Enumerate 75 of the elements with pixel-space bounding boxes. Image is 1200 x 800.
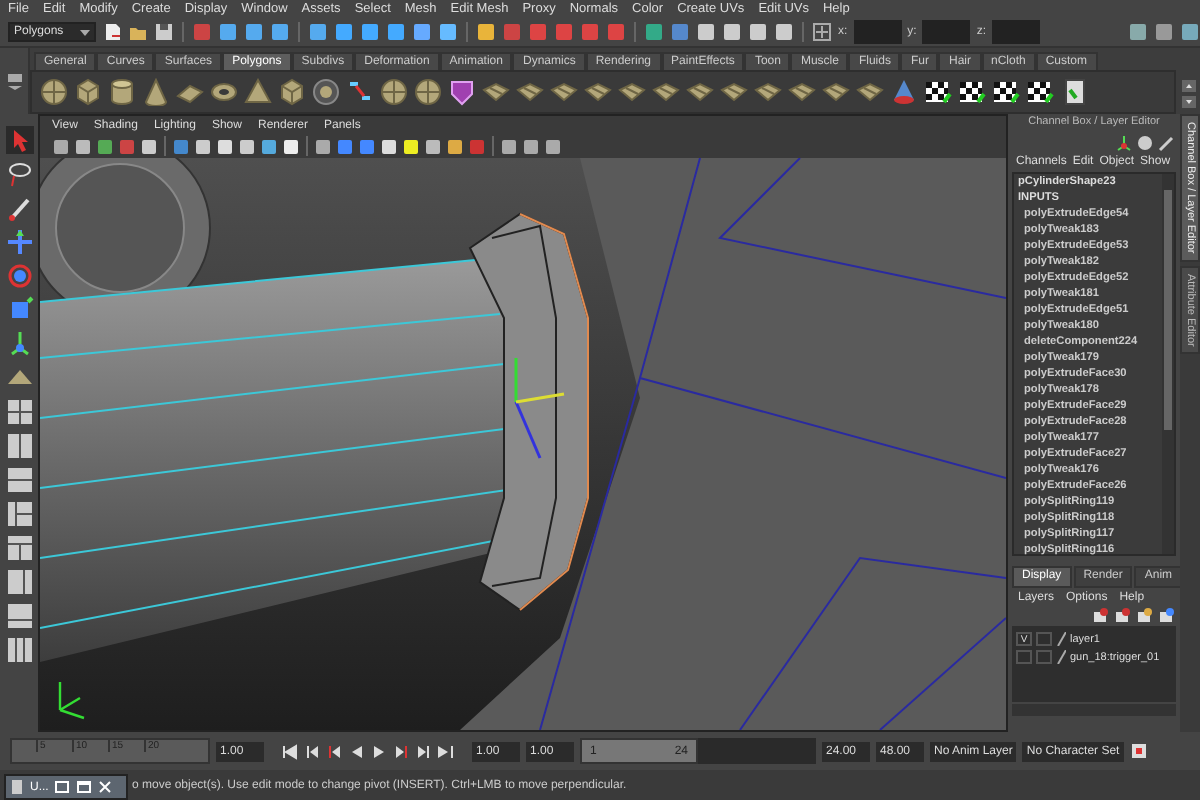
mesh-tool-icon[interactable] (482, 78, 510, 106)
layout-icon[interactable] (5, 466, 33, 494)
checker-icon[interactable] (1026, 78, 1054, 106)
mesh-tool-icon[interactable] (652, 78, 680, 106)
sphere-icon[interactable] (40, 78, 68, 106)
layer-action-icon[interactable] (1158, 607, 1176, 625)
cube-icon[interactable] (278, 78, 306, 106)
play-backward-icon[interactable] (348, 743, 366, 759)
sphere-icon[interactable] (380, 78, 408, 106)
split-icon[interactable] (346, 78, 374, 106)
coordinate-field[interactable] (992, 20, 1041, 44)
maximize-icon[interactable] (76, 780, 93, 794)
mesh-tool-icon[interactable] (686, 78, 714, 106)
cylinder-icon[interactable] (108, 78, 136, 106)
mesh-tool-icon[interactable] (754, 78, 782, 106)
layer-action-icon[interactable] (1136, 607, 1154, 625)
lasso-icon[interactable] (5, 160, 33, 188)
step-back-key-icon[interactable] (326, 743, 344, 759)
coordinate-field[interactable] (922, 20, 971, 44)
shelf-menu-icon[interactable] (5, 71, 23, 91)
shield-icon[interactable] (448, 78, 476, 106)
dropdown-caret-icon (80, 29, 90, 35)
layout-icon[interactable] (5, 398, 33, 426)
visibility-toggle[interactable] (1016, 650, 1032, 664)
save-icon[interactable] (154, 22, 174, 42)
close-icon[interactable] (98, 780, 113, 794)
rotate-icon[interactable] (5, 262, 33, 290)
cube-icon[interactable] (74, 78, 102, 106)
mesh-tool-icon[interactable] (856, 78, 884, 106)
mesh-tool-icon[interactable] (822, 78, 850, 106)
folder-icon[interactable] (128, 22, 148, 42)
step-forward-key-icon[interactable] (392, 743, 410, 759)
coordinate-field[interactable] (853, 20, 902, 44)
scroll-bar[interactable] (1162, 174, 1174, 554)
new-file-icon[interactable] (102, 22, 122, 42)
cone-icon[interactable] (142, 78, 170, 106)
layout-icon[interactable] (5, 432, 33, 460)
sphere-icon[interactable] (414, 78, 442, 106)
mesh-tool-icon[interactable] (584, 78, 612, 106)
mesh-tool-icon[interactable] (720, 78, 748, 106)
snap-icon[interactable] (812, 22, 832, 42)
go-to-end-icon[interactable] (436, 743, 454, 759)
scroll-down-icon[interactable] (1181, 96, 1195, 108)
axis-icon[interactable] (1116, 133, 1132, 151)
layout-icon[interactable] (5, 568, 33, 596)
pencil-icon[interactable] (1158, 133, 1176, 151)
pipe-icon[interactable] (312, 78, 340, 106)
layout-icon[interactable] (5, 602, 33, 630)
mesh-tool-icon[interactable] (550, 78, 578, 106)
pyramid-icon[interactable] (244, 78, 272, 106)
restore-icon[interactable] (54, 780, 71, 794)
checker-icon[interactable] (924, 78, 952, 106)
step-forward-icon[interactable] (414, 743, 432, 759)
layout-icon[interactable] (5, 500, 33, 528)
paint-brush-icon[interactable] (5, 194, 33, 222)
mesh-tool-icon[interactable] (516, 78, 544, 106)
go-to-start-icon[interactable] (282, 743, 300, 759)
sphere-icon[interactable] (1136, 133, 1154, 151)
document-icon[interactable] (1060, 78, 1088, 106)
play-forward-icon[interactable] (370, 743, 388, 759)
step-back-icon[interactable] (304, 743, 322, 759)
mesh-tool-icon[interactable] (788, 78, 816, 106)
app-icon (10, 778, 24, 796)
mesh-tool-icon[interactable] (618, 78, 646, 106)
layout-icon[interactable] (5, 636, 33, 664)
torus-icon[interactable] (210, 78, 238, 106)
layout-icon[interactable] (5, 534, 33, 562)
manipulator-icon[interactable] (5, 330, 33, 358)
checker-icon[interactable] (958, 78, 986, 106)
layer-action-icon[interactable] (1114, 607, 1132, 625)
checker-icon[interactable] (992, 78, 1020, 106)
key-icon[interactable] (1129, 742, 1148, 760)
scroll-up-icon[interactable] (1181, 80, 1195, 92)
layer-action-icon[interactable] (1092, 607, 1110, 625)
move-icon[interactable] (5, 228, 33, 256)
